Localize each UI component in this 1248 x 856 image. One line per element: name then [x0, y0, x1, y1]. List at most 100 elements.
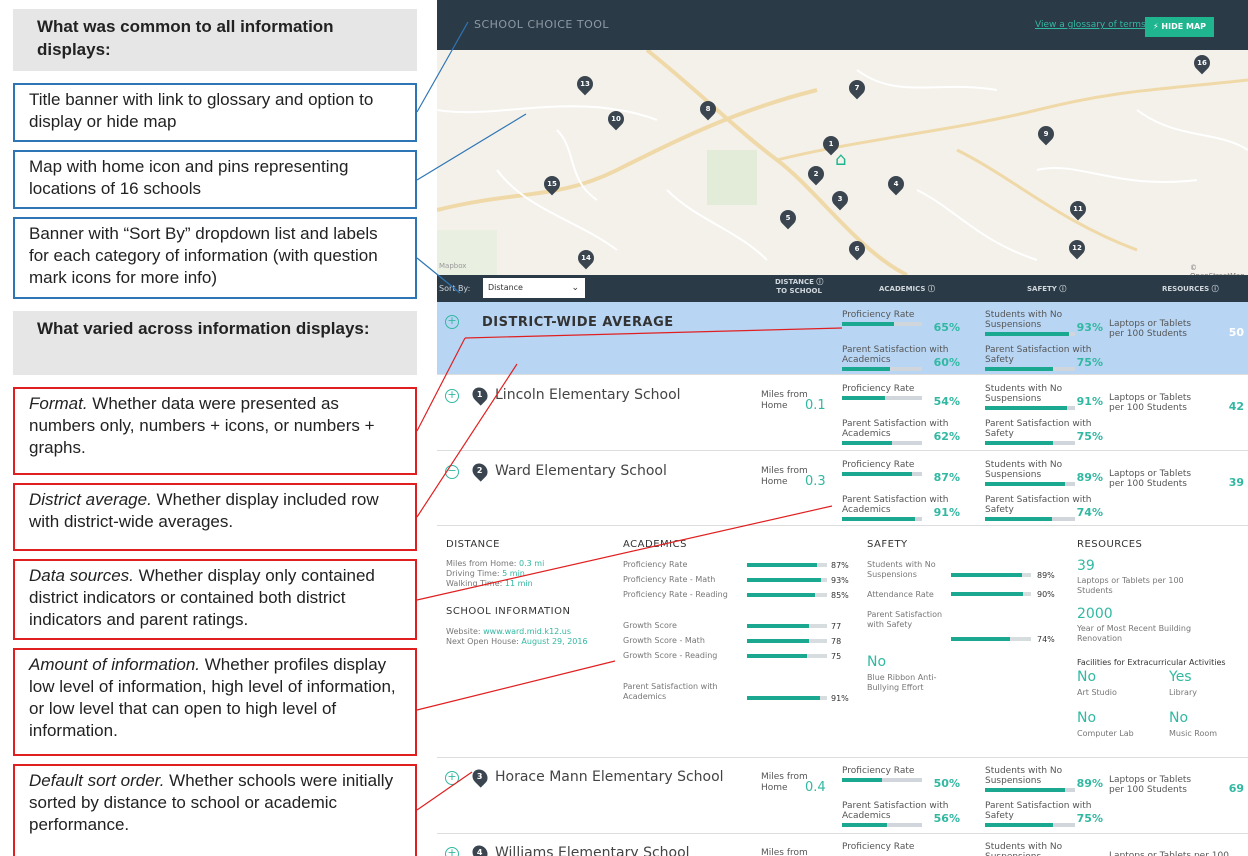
expand-icon[interactable]: + — [445, 389, 459, 403]
school-pin-13[interactable]: 13 — [573, 72, 597, 96]
detail-distance-heading: DISTANCE — [446, 539, 500, 550]
varied-item-amount: Amount of information. Whether profiles … — [13, 648, 417, 756]
school-pin-5[interactable]: 5 — [776, 206, 800, 230]
school-pin-16[interactable]: 16 — [1190, 51, 1214, 75]
detail-building-value: 2000 — [1077, 606, 1113, 622]
students-no-suspensions: Students with No Suspensions 89% — [985, 460, 1103, 486]
miles-from-home: Miles from Home 0.3 — [761, 466, 826, 489]
school-number-badge: 1 — [469, 384, 491, 406]
expand-icon[interactable]: + — [445, 771, 459, 785]
parent-satisfaction-safety: Parent Satisfaction with Safety 75% — [985, 419, 1103, 445]
facility-library-label: Library — [1169, 688, 1197, 697]
school-row[interactable]: + 3 Horace Mann Elementary School Miles … — [437, 758, 1248, 834]
district-name: DISTRICT-WIDE AVERAGE — [482, 315, 674, 330]
facilities-heading: Facilities for Extracurricular Activitie… — [1077, 658, 1226, 667]
students-no-suspensions: Students with No Suspensions 89% — [985, 766, 1103, 792]
sort-dropdown[interactable]: Distance ⌄ — [483, 278, 585, 298]
detail-resources-heading: RESOURCES — [1077, 539, 1143, 550]
laptops-per-100: Laptops or Tablets per 100 Students 42 — [1109, 393, 1244, 413]
miles-from-home: Miles from Home 0.4 — [761, 772, 826, 795]
school-row[interactable]: − 2 Ward Elementary School Miles from Ho… — [437, 452, 1248, 526]
facility-music-value: No — [1169, 710, 1189, 726]
website-link[interactable]: www.ward.mid.k12.us — [483, 627, 571, 636]
map-credit-right: © OpenStreetMap — [1190, 264, 1245, 275]
hide-map-button[interactable]: ⚡ HIDE MAP — [1145, 17, 1214, 37]
school-pin-7[interactable]: 7 — [845, 76, 869, 100]
varied-item-district-average: District average. Whether display includ… — [13, 483, 417, 551]
question-icon[interactable]: ⓘ — [1059, 285, 1066, 293]
detail-laptops-label: Laptops or Tablets per 100 Students — [1077, 576, 1184, 595]
parent-satisfaction-academics: Parent Satisfaction with Academics 62% — [842, 419, 960, 445]
school-pin-11[interactable]: 11 — [1066, 197, 1090, 221]
school-row[interactable]: + 1 Lincoln Elementary School Miles from… — [437, 376, 1248, 451]
district-parent-academics: Parent Satisfaction with Academics 60% — [842, 345, 960, 371]
school-pin-15[interactable]: 15 — [540, 172, 564, 196]
col-resources: RESOURCES ⓘ — [1162, 285, 1219, 293]
school-choice-app: SCHOOL CHOICE TOOL View a glossary of te… — [437, 0, 1248, 856]
school-number-badge: 2 — [469, 460, 491, 482]
district-proficiency: Proficiency Rate 65% — [842, 310, 960, 334]
parent-satisfaction-safety: Parent Satisfaction with Safety 74% — [985, 495, 1103, 521]
detail-laptops-value: 39 — [1077, 558, 1095, 574]
laptops-label: Laptops or Tablets per 100 Students — [1109, 851, 1229, 856]
school-pin-9[interactable]: 9 — [1034, 122, 1058, 146]
school-pin-2[interactable]: 2 — [804, 162, 828, 186]
home-icon: ⌂ — [835, 149, 847, 170]
school-name: Williams Elementary School — [495, 845, 690, 856]
glossary-link[interactable]: View a glossary of terms — [1035, 20, 1146, 30]
facility-music-label: Music Room — [1169, 729, 1218, 738]
question-icon[interactable]: ⓘ — [928, 285, 935, 293]
school-name: Horace Mann Elementary School — [495, 769, 724, 785]
district-row[interactable]: + DISTRICT-WIDE AVERAGE Proficiency Rate… — [437, 302, 1248, 375]
safety-metric: Students with No Suspensions 89% — [867, 560, 1055, 580]
miles-from-home: Miles from Home 0.1 — [761, 390, 826, 413]
expand-icon[interactable]: − — [445, 465, 459, 479]
expand-icon[interactable]: + — [445, 847, 459, 856]
school-name: Ward Elementary School — [495, 463, 667, 479]
proficiency-rate: Proficiency Rate 87% — [842, 460, 960, 484]
school-number-badge: 4 — [469, 842, 491, 856]
school-pin-6[interactable]: 6 — [845, 237, 869, 261]
school-pin-10[interactable]: 10 — [604, 107, 628, 131]
detail-safety-heading: SAFETY — [867, 539, 908, 550]
varied-header: What varied across information displays: — [13, 311, 417, 375]
academic-metric: Growth Score 77 — [623, 621, 842, 631]
suspensions-label: Students with No Suspensions — [985, 842, 1063, 856]
detail-school-info-heading: SCHOOL INFORMATION — [446, 606, 571, 617]
academic-metric: Proficiency Rate 87% — [623, 560, 849, 570]
proficiency-rate: Proficiency Rate 50% — [842, 766, 960, 790]
academic-metric: Proficiency Rate - Math 93% — [623, 575, 849, 585]
parent-satisfaction-academics: Parent Satisfaction with Academics 91% — [842, 495, 960, 521]
safety-metric: Parent Satisfaction with Safety 74% — [867, 610, 1055, 644]
academic-metric: Proficiency Rate - Reading 85% — [623, 590, 849, 600]
expand-icon[interactable]: + — [445, 315, 459, 329]
ward-detail-panel: DISTANCE Miles from Home: 0.3 mi Driving… — [437, 526, 1248, 758]
school-pin-4[interactable]: 4 — [884, 172, 908, 196]
facility-art-label: Art Studio — [1077, 688, 1117, 697]
common-item-map: Map with home icon and pins representing… — [13, 150, 417, 209]
col-academics: ACADEMICS ⓘ — [879, 285, 935, 293]
varied-item-format: Format. Whether data were presented as n… — [13, 387, 417, 475]
facility-computer-value: No — [1077, 710, 1097, 726]
blue-ribbon-value: No — [867, 654, 887, 670]
app-title: SCHOOL CHOICE TOOL — [474, 18, 610, 31]
facility-computer-label: Computer Lab — [1077, 729, 1134, 738]
school-pin-3[interactable]: 3 — [828, 187, 852, 211]
academic-metric: Growth Score - Math 78 — [623, 636, 842, 646]
question-icon[interactable]: ⓘ — [816, 278, 823, 286]
facility-art-value: No — [1077, 669, 1097, 685]
school-row[interactable]: + 4 Williams Elementary School Miles fro… — [437, 834, 1248, 856]
safety-metric: Attendance Rate 90% — [867, 590, 1055, 599]
chevron-down-icon: ⌄ — [571, 283, 579, 293]
school-pin-12[interactable]: 12 — [1065, 236, 1089, 260]
map-off-icon: ⚡ — [1153, 22, 1159, 31]
school-pin-14[interactable]: 14 — [574, 246, 598, 270]
laptops-per-100: Laptops or Tablets per 100 Students 39 — [1109, 469, 1244, 489]
school-map[interactable]: 13 10 8 7 1 ⌂ 9 2 15 4 3 11 5 6 12 14 16… — [437, 50, 1248, 275]
question-icon[interactable]: ⓘ — [1212, 285, 1219, 293]
school-pin-8[interactable]: 8 — [696, 97, 720, 121]
sort-banner: Sort By: Distance ⌄ DISTANCE ⓘ TO SCHOOL … — [437, 275, 1248, 302]
school-name: Lincoln Elementary School — [495, 387, 681, 403]
map-credit-left: Mapbox — [439, 262, 467, 270]
academic-metric: Parent Satisfaction with Academics 91% — [623, 682, 849, 703]
